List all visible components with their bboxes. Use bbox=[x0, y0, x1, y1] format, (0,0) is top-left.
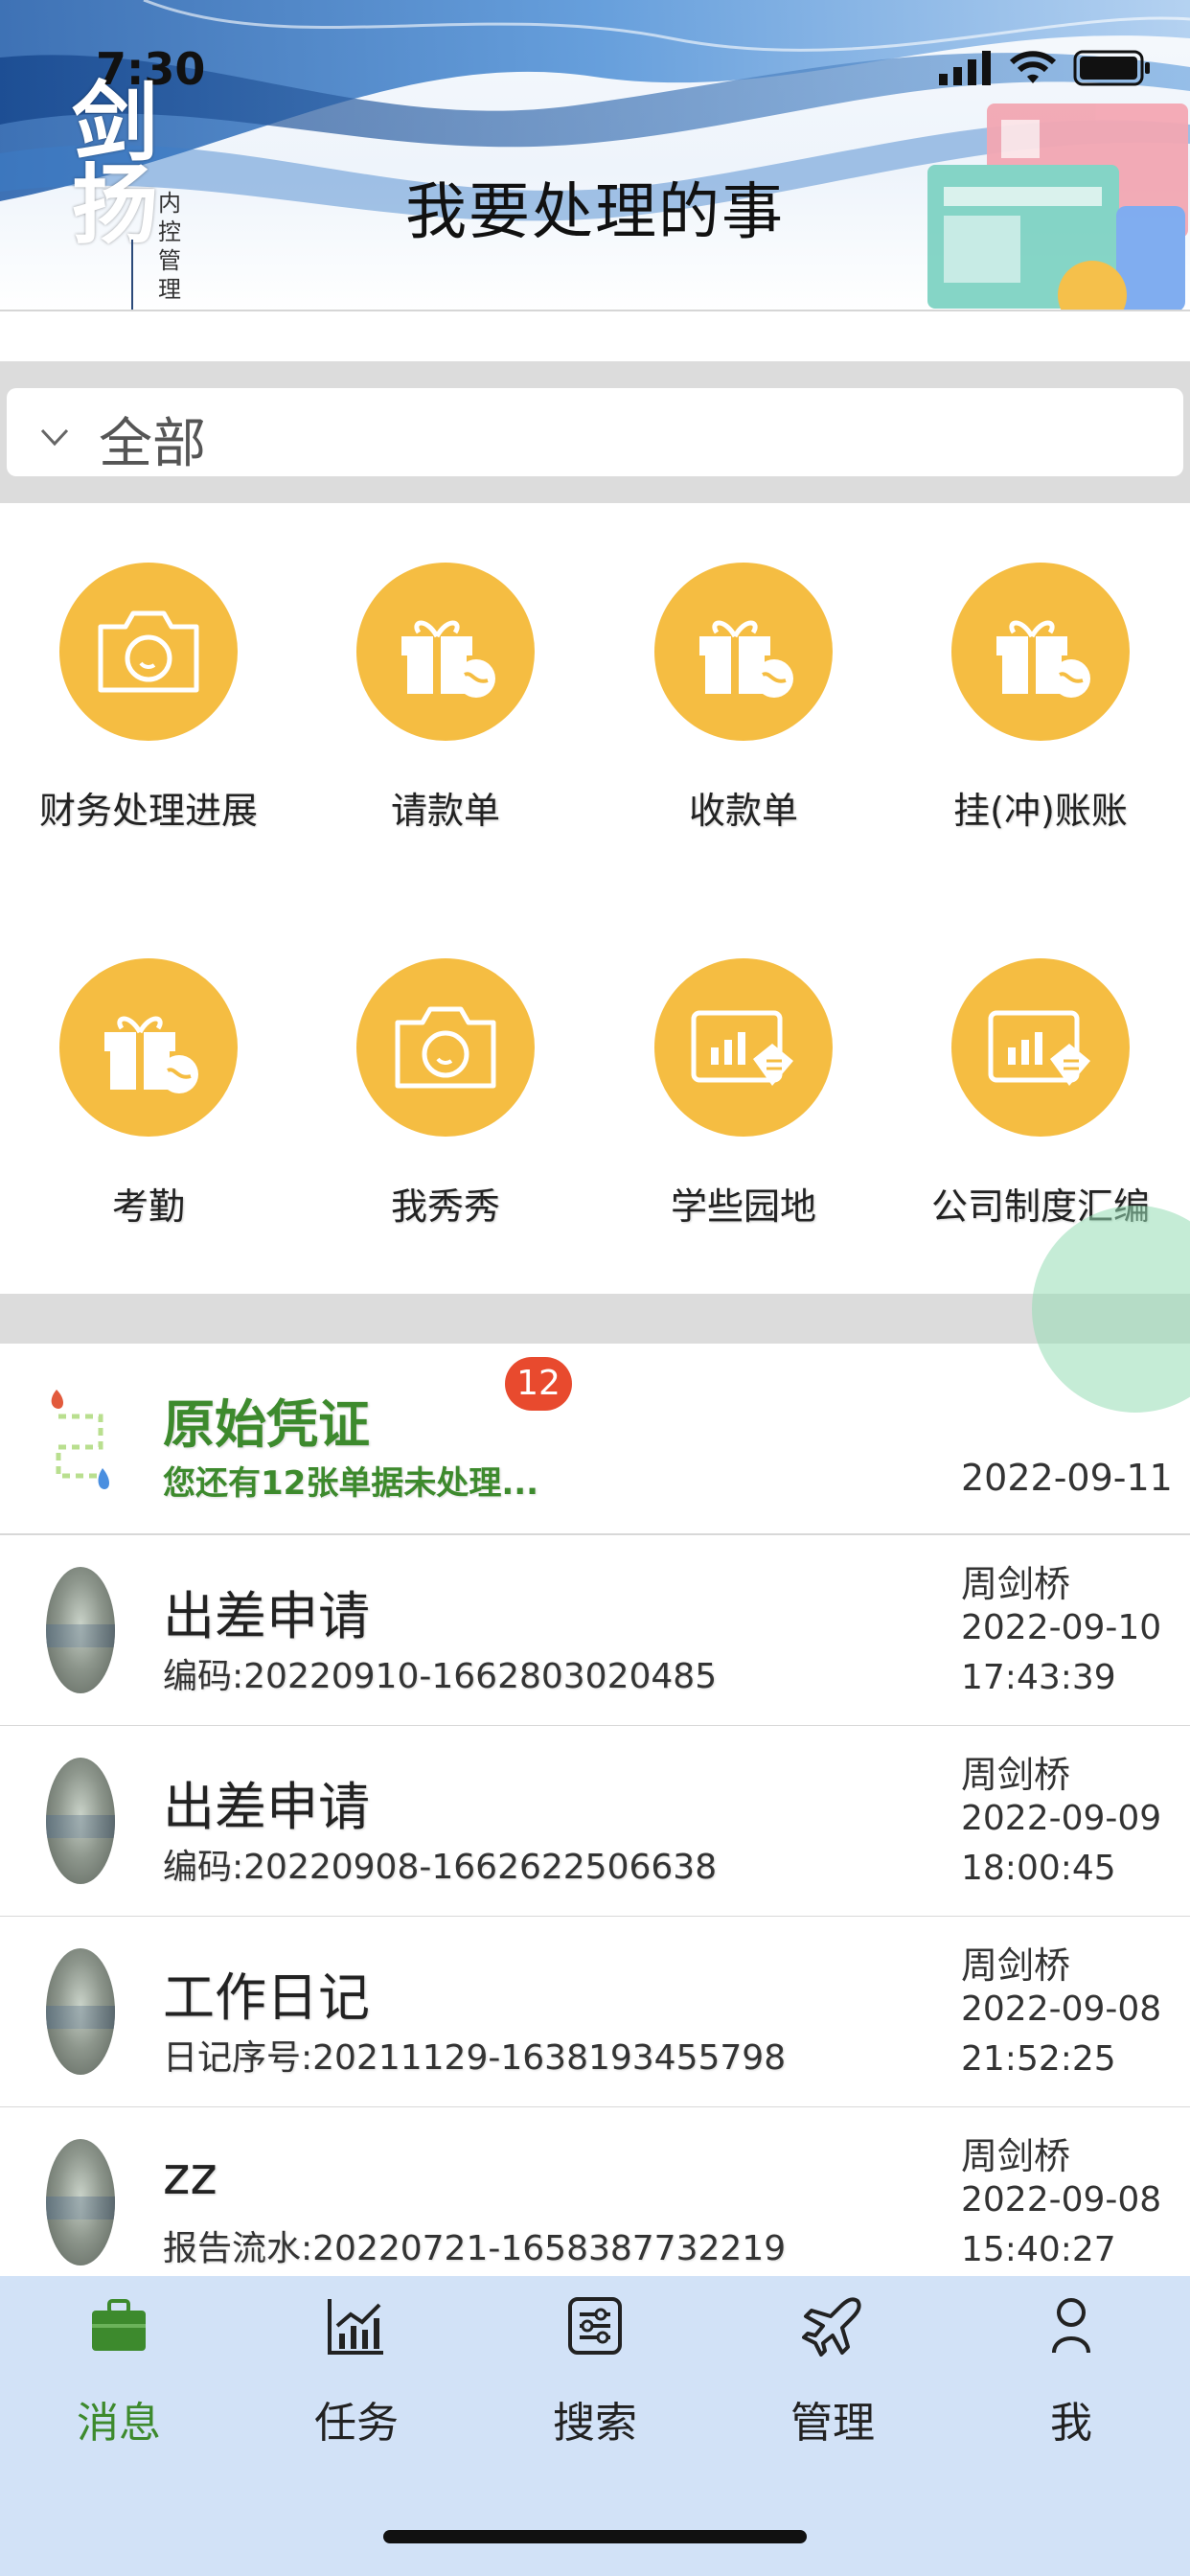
grid-icon-circle[interactable] bbox=[951, 563, 1130, 741]
airplane-icon bbox=[802, 2297, 861, 2357]
page-title: 我要处理的事 bbox=[405, 177, 785, 248]
avatar bbox=[46, 2139, 115, 2266]
tab-manage[interactable]: 管理 bbox=[714, 2276, 951, 2468]
list-item[interactable]: 出差申请 编码:20220908-1662622506638 周剑桥 2022-… bbox=[0, 1726, 1190, 1918]
grid-icon-circle[interactable] bbox=[654, 958, 833, 1137]
list-item-subtitle: 日记序号:20211129-1638193455798 bbox=[163, 2038, 787, 2078]
list-item-date: 2022-09-08 bbox=[961, 2180, 1162, 2220]
flow-icon bbox=[51, 1390, 109, 1489]
grid-item-label: 挂(冲)账账 bbox=[953, 790, 1128, 832]
grid-item-label: 考勤 bbox=[111, 1185, 185, 1228]
home-indicator[interactable] bbox=[383, 2530, 807, 2543]
tab-label: 消息 bbox=[77, 2399, 161, 2448]
grid-item-label: 财务处理进展 bbox=[38, 790, 258, 832]
list-separator-band bbox=[0, 1294, 1190, 1344]
gift-icon bbox=[104, 1016, 198, 1093]
avatar bbox=[46, 1948, 115, 2075]
list-item-time: 15:40:27 bbox=[961, 2230, 1116, 2269]
grid-item-attendance[interactable]: 考勤 bbox=[0, 958, 297, 1265]
list-item-subtitle: 报告流水:20220721-1658387732219 bbox=[163, 2229, 787, 2268]
tab-messages[interactable]: 消息 bbox=[0, 2276, 238, 2468]
camera-icon bbox=[395, 1006, 496, 1089]
status-bar-icons bbox=[939, 50, 1152, 86]
list-item[interactable]: 工作日记 日记序号:20211129-1638193455798 周剑桥 202… bbox=[0, 1917, 1190, 2108]
grid-item-receipt[interactable]: 收款单 bbox=[595, 563, 892, 869]
list-item-original-voucher[interactable]: 原始凭证 您还有12张单据未处理... 12 2022-09-11 bbox=[0, 1344, 1190, 1535]
grid-icon-circle[interactable] bbox=[951, 958, 1130, 1137]
list-item-author: 周剑桥 bbox=[961, 1944, 1071, 1987]
list-item-title: 出差申请 bbox=[163, 1586, 370, 1646]
list-item[interactable]: 出差申请 编码:20220910-1662803020485 周剑桥 2022-… bbox=[0, 1535, 1190, 1727]
chart-tag-icon bbox=[988, 1010, 1090, 1086]
list-item-subtitle: 您还有12张单据未处理... bbox=[163, 1464, 539, 1503]
grid-icon-circle[interactable] bbox=[59, 563, 238, 741]
grid-item-label: 学些园地 bbox=[670, 1185, 816, 1228]
tab-me[interactable]: 我 bbox=[952, 2276, 1190, 2468]
list-item-time: 18:00:45 bbox=[961, 1849, 1116, 1888]
list-item[interactable]: zz 报告流水:20220721-1658387732219 周剑桥 2022-… bbox=[0, 2107, 1190, 2299]
grid-item-my-show[interactable]: 我秀秀 bbox=[297, 958, 594, 1265]
tab-label: 任务 bbox=[314, 2399, 399, 2448]
list-item-time: 17:43:39 bbox=[961, 1658, 1116, 1697]
list-item-date: 2022-09-08 bbox=[961, 1990, 1162, 2029]
tab-tasks[interactable]: 任务 bbox=[238, 2276, 475, 2468]
avatar bbox=[46, 1758, 115, 1884]
wifi-icon bbox=[1010, 51, 1056, 83]
list-item-time: 21:52:25 bbox=[961, 2039, 1116, 2079]
avatar bbox=[46, 1567, 115, 1693]
grid-item-finance-progress[interactable]: 财务处理进展 bbox=[0, 563, 297, 869]
grid-item-learning[interactable]: 学些园地 bbox=[595, 958, 892, 1265]
header: 7:30 剑扬 内控管理 我要处理的事 bbox=[0, 0, 1190, 311]
chart-tag-icon bbox=[691, 1010, 793, 1086]
list-item-author: 周剑桥 bbox=[961, 1754, 1071, 1796]
header-divider bbox=[0, 310, 1190, 311]
signal-icon bbox=[939, 51, 991, 85]
person-icon bbox=[1052, 2298, 1090, 2354]
unread-badge: 12 bbox=[505, 1357, 572, 1411]
grid-icon-circle[interactable] bbox=[59, 958, 238, 1137]
tab-label: 搜索 bbox=[553, 2399, 637, 2448]
list-item-date: 2022-09-11 bbox=[961, 1457, 1173, 1499]
gift-icon bbox=[401, 620, 495, 698]
grid-icon-circle[interactable] bbox=[356, 958, 535, 1137]
tab-label: 管理 bbox=[790, 2399, 875, 2448]
grid-item-label: 收款单 bbox=[688, 790, 798, 832]
grid-icon-circle[interactable] bbox=[654, 563, 833, 741]
gift-icon bbox=[996, 620, 1090, 698]
grid-item-label: 我秀秀 bbox=[390, 1185, 500, 1228]
list-item-title: 工作日记 bbox=[163, 1967, 370, 2028]
list-item-date: 2022-09-09 bbox=[961, 1799, 1162, 1838]
grid-item-label: 请款单 bbox=[390, 790, 500, 832]
grid-item-payment-request[interactable]: 请款单 bbox=[297, 563, 594, 869]
grid-icon-circle[interactable] bbox=[356, 563, 535, 741]
tab-search[interactable]: 搜索 bbox=[476, 2276, 714, 2468]
settings-panel-icon bbox=[568, 2297, 622, 2355]
list-item-author: 周剑桥 bbox=[961, 1563, 1071, 1605]
list-item-title: 原始凭证 bbox=[163, 1394, 370, 1455]
list-item-date: 2022-09-10 bbox=[961, 1608, 1162, 1647]
list-item-subtitle: 编码:20220908-1662622506638 bbox=[163, 1848, 718, 1887]
camera-icon bbox=[98, 610, 199, 693]
grid-item-account-offset[interactable]: 挂(冲)账账 bbox=[892, 563, 1189, 869]
chart-icon bbox=[328, 2299, 383, 2355]
chevron-down-icon[interactable] bbox=[40, 426, 69, 448]
list-item-title: zz bbox=[163, 2146, 217, 2206]
list-item-author: 周剑桥 bbox=[961, 2135, 1071, 2177]
gift-icon bbox=[699, 620, 793, 698]
battery-icon bbox=[1073, 50, 1150, 86]
briefcase-icon bbox=[92, 2299, 146, 2351]
filter-selected-label[interactable]: 全部 bbox=[99, 401, 206, 478]
list-item-title: 出差申请 bbox=[163, 1777, 370, 1837]
list-item-subtitle: 编码:20220910-1662803020485 bbox=[163, 1657, 718, 1696]
tab-label: 我 bbox=[1050, 2399, 1092, 2448]
shortcut-grid: 财务处理进展 请款单 收款单 挂(冲)账账 考勤 我秀秀 学些园地 公司制度汇编 bbox=[0, 503, 1190, 1294]
